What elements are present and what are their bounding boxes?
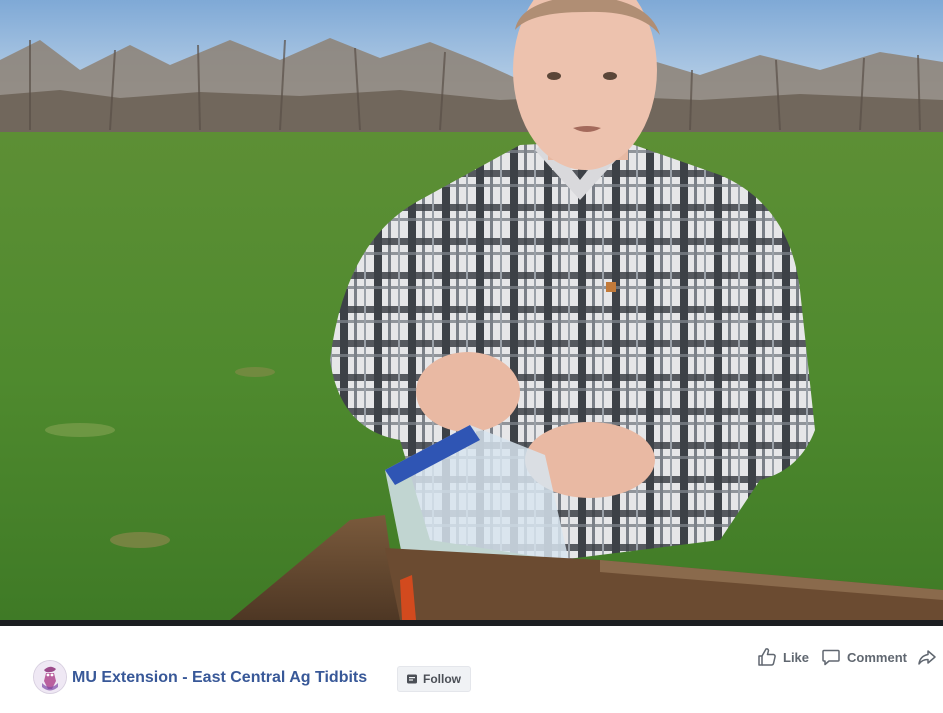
follow-label: Follow <box>423 672 461 686</box>
share-arrow-icon <box>917 647 937 667</box>
like-button[interactable]: Like <box>757 647 809 667</box>
comment-label: Comment <box>847 649 907 665</box>
like-label: Like <box>783 649 810 665</box>
comment-button[interactable]: Comment <box>821 647 907 667</box>
page-name-link[interactable]: MU Extension - East Central Ag Tidbits <box>72 669 367 687</box>
follow-button[interactable]: Follow <box>397 666 471 692</box>
page-avatar-icon[interactable] <box>34 661 66 693</box>
comment-bubble-icon <box>821 647 841 667</box>
share-button[interactable]: S <box>917 647 943 667</box>
video-player[interactable] <box>0 0 943 620</box>
follow-icon <box>406 673 418 685</box>
post-footer: MU Extension - East Central Ag Tidbits F… <box>0 626 943 713</box>
video-frame <box>0 0 943 620</box>
thumbs-up-icon <box>757 647 777 667</box>
post-actions: Like Comment S <box>757 646 943 668</box>
